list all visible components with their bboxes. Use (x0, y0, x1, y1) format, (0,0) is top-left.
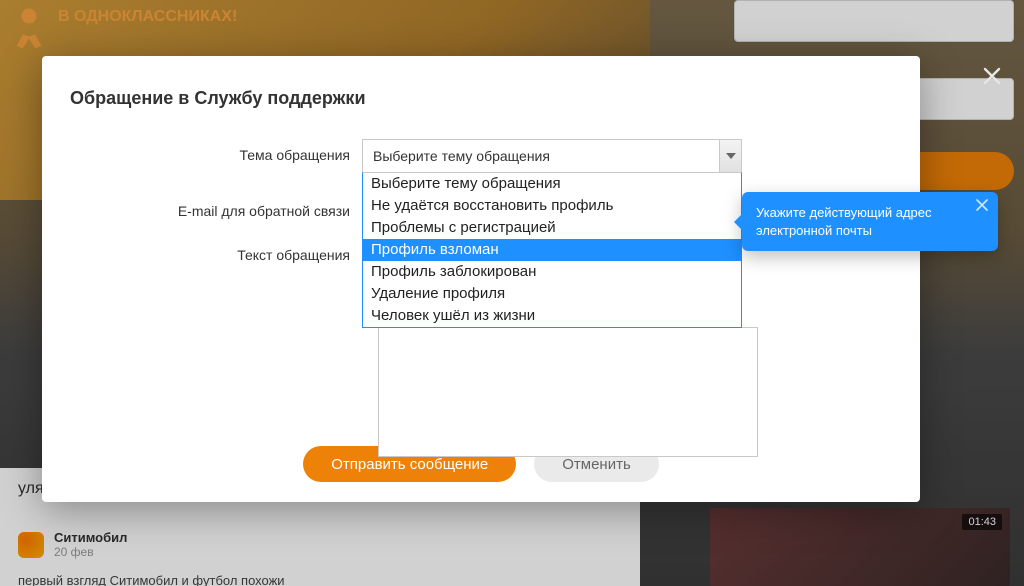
topic-option[interactable]: Человек ушёл из жизни (363, 305, 741, 327)
topic-option[interactable]: Профиль заблокирован (363, 261, 741, 283)
row-topic: Тема обращения Выберите тему обращения В… (70, 139, 892, 173)
label-topic: Тема обращения (70, 139, 362, 163)
close-modal-button[interactable] (972, 56, 1012, 96)
tooltip-text: Укажите действующий адрес электронной по… (756, 205, 932, 238)
topic-option[interactable]: Профиль взломан (363, 239, 741, 261)
topic-select[interactable]: Выберите тему обращения (362, 139, 742, 173)
support-modal: Обращение в Службу поддержки Тема обраще… (42, 56, 920, 502)
topic-option[interactable]: Проблемы с регистрацией (363, 217, 741, 239)
topic-option[interactable]: Выберите тему обращения (363, 173, 741, 195)
topic-select-value: Выберите тему обращения (373, 148, 550, 164)
label-text: Текст обращения (70, 239, 362, 263)
topic-option[interactable]: Не удаётся восстановить профиль (363, 195, 741, 217)
select-arrow-button[interactable] (719, 140, 741, 172)
modal-title: Обращение в Службу поддержки (70, 88, 892, 109)
chevron-down-icon (726, 153, 736, 159)
label-email: E-mail для обратной связи (70, 195, 362, 219)
topic-option[interactable]: Удаление профиля (363, 283, 741, 305)
close-icon (976, 199, 988, 211)
message-textarea[interactable] (378, 327, 758, 457)
tooltip-close-button[interactable] (976, 198, 990, 212)
topic-dropdown-list[interactable]: Выберите тему обращенияНе удаётся восста… (362, 172, 742, 328)
email-tooltip: Укажите действующий адрес электронной по… (742, 192, 998, 251)
close-icon (982, 66, 1002, 86)
